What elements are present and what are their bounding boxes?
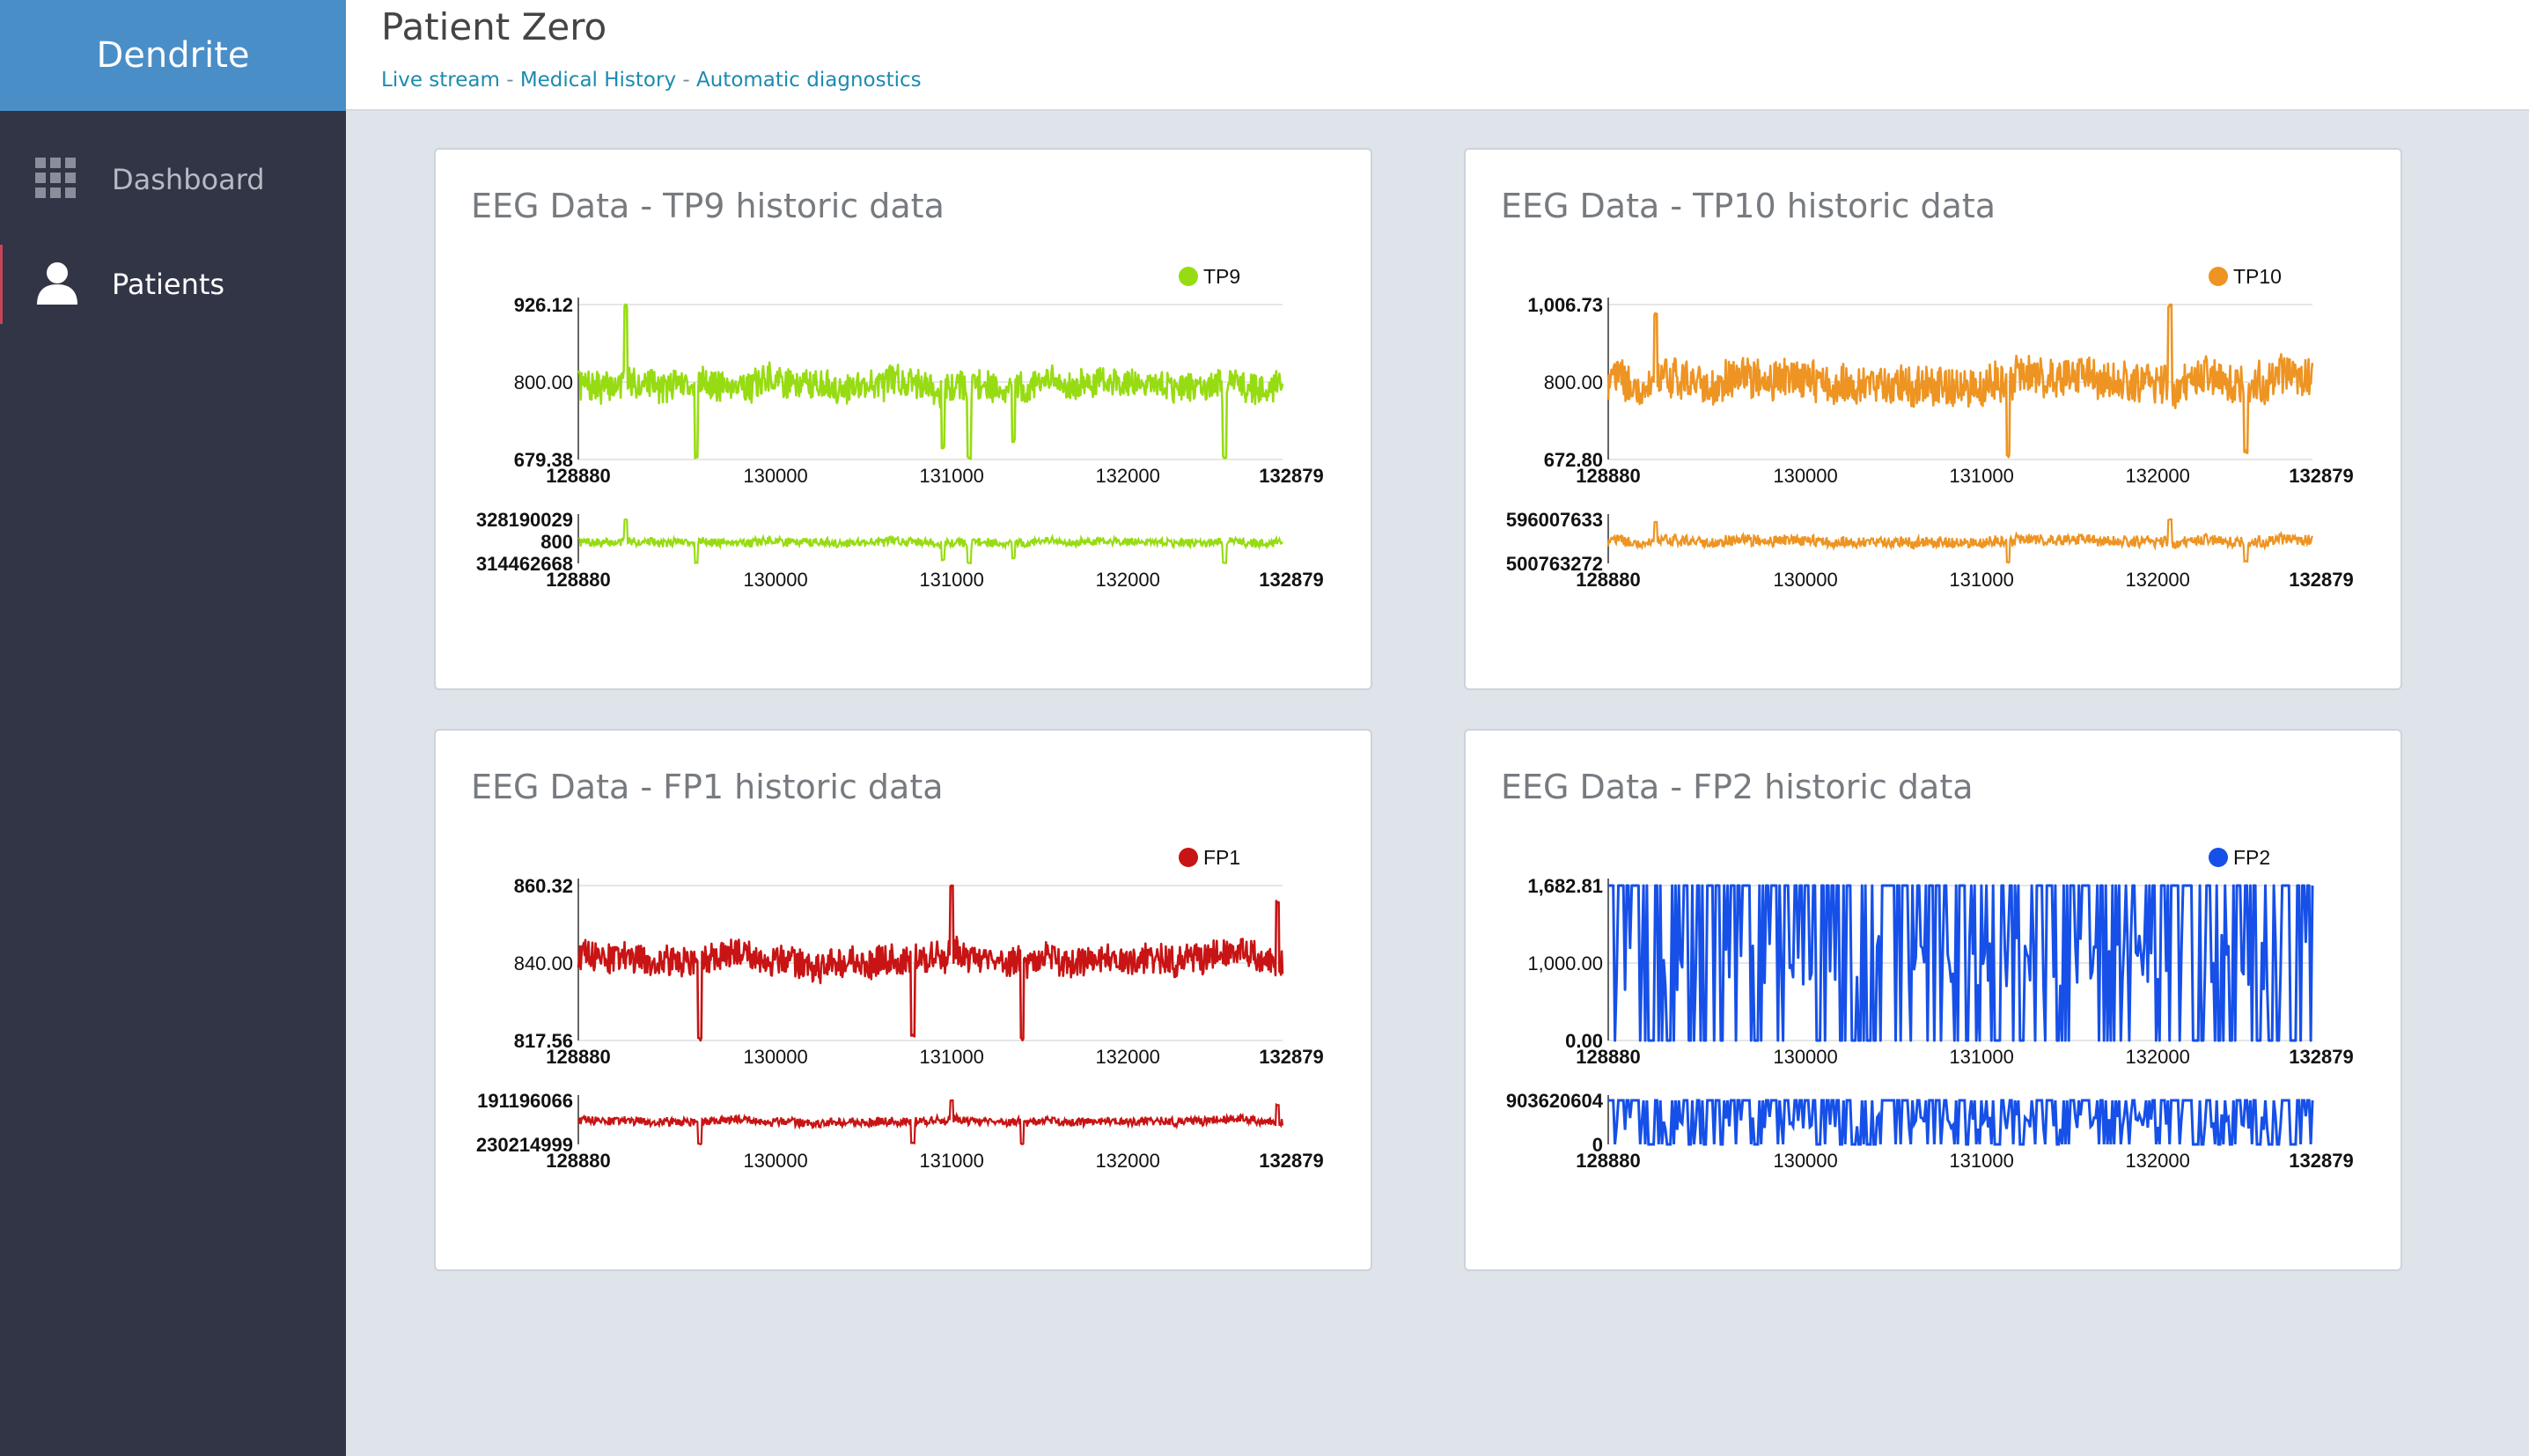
x-tick-label: 130000 [1773, 465, 1837, 487]
legend-marker [2209, 848, 2228, 867]
x-tick-label: 131000 [919, 1046, 983, 1068]
x-tick-label: 132879 [1259, 1150, 1323, 1172]
navigator-series-line[interactable] [577, 1099, 1284, 1146]
x-tick-label: 132879 [1259, 569, 1323, 591]
x-tick-label: 132879 [1259, 1046, 1323, 1068]
x-tick-label: 132879 [2289, 465, 2353, 487]
sidebar: Dendrite Dashboard Patients [0, 0, 346, 1456]
medical-history-link[interactable]: Medical History [520, 69, 676, 92]
navigator-series-line[interactable] [577, 518, 1283, 565]
x-tick-label: 131000 [1949, 1046, 2013, 1068]
grid-icon [35, 158, 76, 202]
nav-y-tick-label: 328190029 [476, 509, 573, 531]
x-tick-label: 132000 [2125, 1150, 2189, 1172]
navigator-series-line[interactable] [1608, 1099, 2314, 1146]
brand-logo[interactable]: Dendrite [0, 0, 346, 111]
nav-y-tick-label: 0 [1592, 1134, 1603, 1156]
x-tick-label: 128880 [546, 465, 610, 487]
y-tick-label: 800.00 [514, 371, 573, 393]
x-tick-label: 131000 [1949, 569, 2013, 591]
x-tick-label: 132000 [2125, 465, 2189, 487]
x-tick-label: 128880 [1576, 1150, 1640, 1172]
x-tick-label: 131000 [919, 1150, 983, 1172]
legend-label[interactable]: FP1 [1203, 846, 1240, 869]
y-tick-label: 926.12 [514, 294, 573, 316]
x-tick-label: 132000 [1095, 1150, 1159, 1172]
breadcrumb-separator: - [676, 69, 696, 92]
series-line[interactable] [577, 884, 1284, 1042]
y-tick-label: 860.32 [514, 875, 573, 897]
user-icon [35, 261, 79, 308]
x-tick-label: 131000 [919, 465, 983, 487]
nav-y-tick-label: 191196066 [477, 1090, 573, 1112]
y-tick-label: 1,682.81 [1527, 875, 1603, 897]
x-tick-label: 130000 [1773, 1150, 1837, 1172]
nav-y-tick-label: 800 [540, 531, 573, 553]
y-tick-label: 800.00 [1544, 371, 1603, 393]
nav-y-tick-label: 314462668 [476, 553, 573, 575]
chart-panel-tp10: EEG Data - TP10 historic data TP10 1,006.… [1464, 148, 2402, 690]
x-tick-label: 130000 [743, 1046, 807, 1068]
x-tick-label: 132879 [1259, 465, 1323, 487]
x-tick-label: 131000 [1949, 1150, 2013, 1172]
live-stream-link[interactable]: Live stream [381, 69, 500, 92]
y-tick-label: 1,006.73 [1527, 294, 1603, 316]
navigator-series-line[interactable] [1606, 518, 2314, 564]
legend-label[interactable]: FP2 [2233, 846, 2270, 869]
legend-label[interactable]: TP10 [2233, 265, 2282, 288]
eeg-chart-tp9[interactable]: TP9926.12800.00679.38128880 130000 131000 1… [436, 150, 1374, 692]
legend-marker [1179, 848, 1198, 867]
legend-marker [1179, 267, 1198, 286]
y-tick-label: 1,000.00 [1527, 952, 1603, 974]
x-tick-label: 131000 [919, 569, 983, 591]
sidebar-item-patients[interactable]: Patients [0, 232, 346, 336]
chart-panel-tp9: EEG Data - TP9 historic data TP9 926.12 80… [434, 148, 1372, 690]
eeg-chart-tp10[interactable]: TP101,006.73800.00672.80128880 130000 1310… [1466, 150, 2404, 692]
sidebar-item-dashboard[interactable]: Dashboard [0, 128, 346, 232]
x-tick-label: 132000 [1095, 1046, 1159, 1068]
page-header: Patient Zero Live stream - Medical Histo… [346, 0, 2529, 111]
eeg-chart-fp1[interactable]: FP1860.32840.00817.56128880 130000 131000 1… [436, 731, 1374, 1273]
y-tick-label: 840.00 [514, 952, 573, 974]
nav-y-tick-label: 596007633 [1506, 509, 1603, 531]
chart-panel-fp2: EEG Data - FP2 historic data FP2 1,682.81… [1464, 729, 2402, 1271]
sidebar-item-label: Patients [112, 268, 225, 301]
breadcrumb: Live stream - Medical History - Automati… [381, 69, 922, 92]
x-tick-label: 130000 [1773, 569, 1837, 591]
x-tick-label: 130000 [1773, 1046, 1837, 1068]
x-tick-label: 132000 [2125, 1046, 2189, 1068]
x-tick-label: 132879 [2289, 1046, 2353, 1068]
x-tick-label: 130000 [743, 465, 807, 487]
x-tick-label: 128880 [1576, 465, 1640, 487]
automatic-diagnostics-link[interactable]: Automatic diagnostics [696, 69, 922, 92]
nav-y-tick-label: 500763272 [1506, 553, 1603, 575]
legend-marker [2209, 267, 2228, 286]
nav-y-tick-label: 230214999 [476, 1134, 573, 1156]
x-tick-label: 132000 [1095, 465, 1159, 487]
sidebar-item-label: Dashboard [112, 163, 265, 196]
eeg-chart-fp2[interactable]: FP21,682.811,000.000.00128880 130000 13100… [1466, 731, 2404, 1273]
x-tick-label: 132000 [2125, 569, 2189, 591]
breadcrumb-separator: - [499, 69, 520, 92]
x-tick-label: 130000 [743, 569, 807, 591]
x-tick-label: 128880 [546, 1046, 610, 1068]
x-tick-label: 132000 [1095, 569, 1159, 591]
x-tick-label: 128880 [1576, 1046, 1640, 1068]
chart-panel-fp1: EEG Data - FP1 historic data FP1 860.32 84… [434, 729, 1372, 1271]
page-title: Patient Zero [381, 5, 607, 48]
x-tick-label: 131000 [1949, 465, 2013, 487]
legend-label[interactable]: TP9 [1203, 265, 1240, 288]
nav-y-tick-label: 903620604 [1506, 1090, 1604, 1112]
x-tick-label: 132879 [2289, 1150, 2353, 1172]
series-line[interactable] [1606, 303, 2314, 459]
x-tick-label: 132879 [2289, 569, 2353, 591]
x-tick-label: 130000 [743, 1150, 807, 1172]
